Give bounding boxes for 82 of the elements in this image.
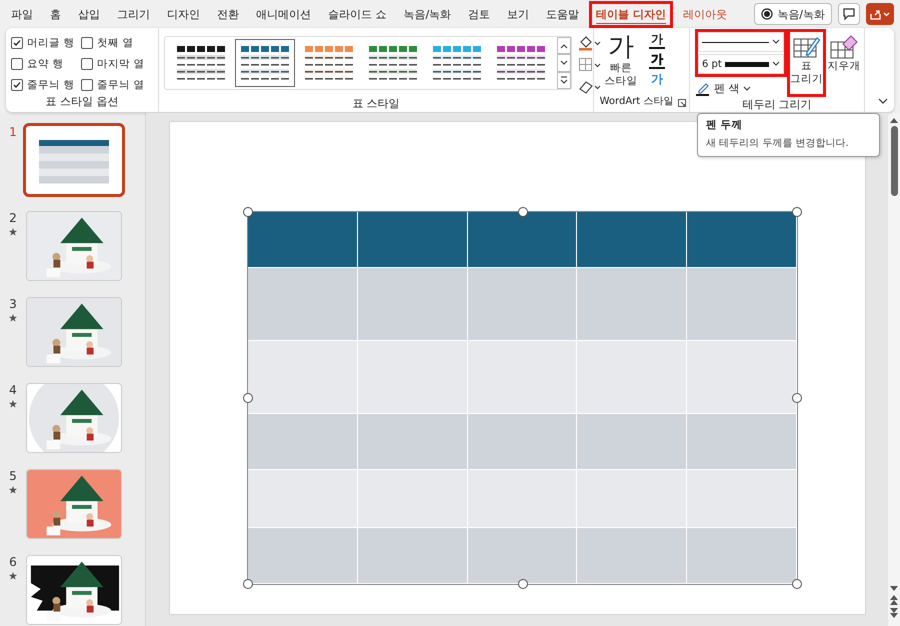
pen-icon (695, 82, 711, 96)
dialog-launcher-icon[interactable] (678, 99, 686, 107)
ribbon-tab[interactable]: 삽입 (71, 0, 107, 28)
ribbon-tab[interactable]: 전환 (210, 0, 246, 28)
slide-number: 5 (9, 469, 17, 483)
caret-icon (772, 39, 780, 45)
slide-number: 2 (9, 211, 17, 225)
ribbon-tab[interactable]: 녹음/녹화 (396, 0, 458, 28)
resize-handle[interactable] (792, 579, 802, 589)
resize-handle[interactable] (243, 207, 253, 217)
record-button[interactable]: 녹음/녹화 (754, 3, 832, 25)
resize-handle[interactable] (518, 207, 528, 217)
pen-weight-dropdown[interactable]: 6 pt (698, 54, 784, 74)
collapse-ribbon-icon[interactable] (878, 98, 888, 104)
table[interactable] (248, 212, 797, 584)
checkbox-option[interactable]: 요약 행 (11, 55, 81, 73)
scroll-down-icon[interactable] (890, 586, 898, 592)
draw-table-icon (792, 34, 820, 60)
pen-color-button[interactable]: 펜 색 (695, 81, 787, 96)
comment-icon (842, 7, 856, 21)
ribbon-tab[interactable]: 도움말 (539, 0, 586, 28)
chevron-down-icon (560, 60, 568, 66)
tooltip-text: 새 테두리의 두께를 변경합니다. (706, 137, 850, 150)
scroll-thumb[interactable] (890, 126, 898, 196)
previous-slide-icon[interactable] (890, 595, 898, 605)
ribbon-tab[interactable]: 레이아웃 (676, 0, 734, 28)
comments-button[interactable] (838, 3, 860, 25)
resize-handle[interactable] (792, 393, 802, 403)
scrollbar[interactable] (888, 113, 900, 626)
checkbox-option[interactable]: 머리글 행 (11, 34, 81, 52)
paint-bucket-icon (578, 35, 602, 51)
caret-icon (772, 61, 780, 67)
group-label: WordArt 스타일 (599, 95, 674, 109)
checkmark-icon (12, 80, 22, 90)
resize-handle[interactable] (243, 579, 253, 589)
checkbox-option[interactable]: 마지막 열 (81, 55, 151, 73)
share-button[interactable] (866, 3, 894, 25)
effects-icon (578, 79, 602, 95)
scroll-up-button[interactable] (557, 37, 571, 54)
ribbon-tab[interactable]: 검토 (461, 0, 498, 28)
checkbox-option[interactable]: 첫째 열 (81, 34, 151, 52)
text-outline-button[interactable]: 가 (649, 52, 665, 69)
slide-number: 1 (9, 125, 17, 139)
quick-styles-button[interactable]: 가 빠른 스타일 (599, 32, 643, 94)
caret-icon (742, 86, 750, 92)
slide-number: 3 (9, 297, 17, 311)
ribbon-tab[interactable]: 테이블 디자인 (589, 0, 674, 28)
ribbon-tab[interactable]: 파일 (4, 0, 40, 28)
ribbon-tab[interactable]: 보기 (500, 0, 536, 28)
ribbon-tab[interactable]: 디자인 (160, 0, 207, 28)
record-icon (761, 8, 774, 20)
checkbox-option[interactable]: 줄무늬 열 (81, 76, 151, 94)
table-style-swatch[interactable] (235, 39, 295, 87)
more-icon (560, 76, 568, 84)
checkmark-icon (12, 38, 22, 48)
ribbon-tab[interactable]: 홈 (43, 0, 68, 28)
resize-handle[interactable] (792, 207, 802, 217)
ribbon-tab[interactable]: 슬라이드 쇼 (321, 0, 394, 28)
slide-number: 6 (9, 555, 17, 569)
group-label: 테두리 그리기 (741, 97, 813, 112)
next-slide-icon[interactable] (890, 608, 898, 618)
scroll-down-button[interactable] (557, 54, 571, 72)
tooltip-title: 펜 두께 (706, 118, 744, 132)
ribbon-tab[interactable]: 애니메이션 (249, 0, 318, 28)
slide-number: 4 (9, 383, 17, 397)
group-label: 표 스타일 옵션 (44, 94, 120, 110)
ribbon-tab[interactable]: 그리기 (110, 0, 157, 28)
borders-icon (578, 57, 602, 73)
slide-thumbnail[interactable] (23, 123, 125, 197)
draw-table-button[interactable]: 표 그리기 (787, 29, 826, 97)
chevron-up-icon (560, 42, 568, 49)
more-button[interactable] (557, 72, 571, 89)
scroll-up-icon[interactable] (890, 117, 898, 123)
eraser-icon (830, 34, 858, 60)
group-label: 표 스타일 (351, 96, 401, 112)
checkbox-option[interactable]: 줄무늬 행 (11, 76, 81, 94)
text-effects-button[interactable]: 가 (649, 72, 665, 89)
text-fill-button[interactable]: 가 (649, 32, 665, 49)
pen-style-dropdown[interactable] (698, 32, 784, 52)
resize-handle[interactable] (243, 393, 253, 403)
shading-button[interactable] (578, 34, 602, 52)
eraser-button[interactable]: 지우개 (826, 29, 862, 97)
